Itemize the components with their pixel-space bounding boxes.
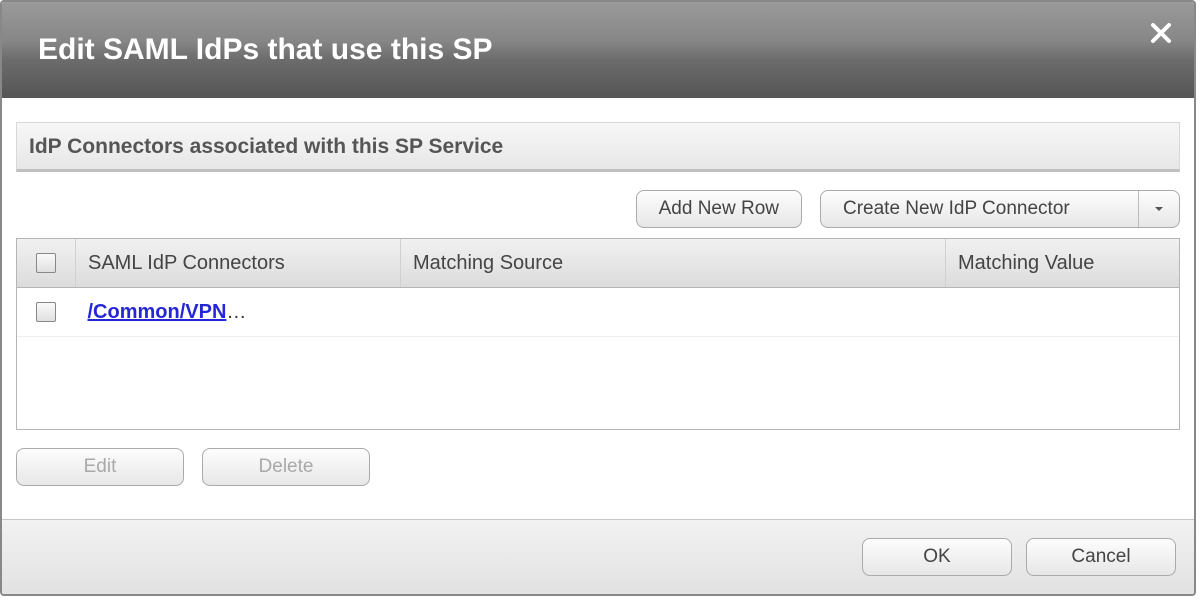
edit-button[interactable]: Edit	[16, 448, 184, 486]
ok-label: OK	[923, 546, 950, 568]
dialog-body: IdP Connectors associated with this SP S…	[2, 98, 1194, 519]
dialog: Edit SAML IdPs that use this SP IdP Conn…	[0, 0, 1196, 596]
connector-suffix: …	[226, 301, 246, 323]
checkbox-icon[interactable]	[36, 253, 56, 273]
column-header-matching-source[interactable]: Matching Source	[401, 239, 946, 288]
delete-label: Delete	[259, 456, 314, 478]
column-header-connectors[interactable]: SAML IdP Connectors	[76, 239, 401, 288]
select-all-header[interactable]	[17, 239, 76, 288]
idp-connector-table: SAML IdP Connectors Matching Source Matc…	[16, 238, 1180, 430]
matching-source-cell	[401, 288, 946, 337]
matching-value-cell	[946, 288, 1180, 337]
add-new-row-label: Add New Row	[659, 198, 779, 220]
toolbar: Add New Row Create New IdP Connector	[2, 172, 1194, 238]
chevron-down-icon	[1138, 191, 1165, 227]
row-actions: Edit Delete	[2, 430, 1194, 486]
connector-cell: /Common/VPN…	[76, 288, 401, 337]
column-header-matching-value[interactable]: Matching Value	[946, 239, 1180, 288]
create-new-idp-connector-dropdown[interactable]: Create New IdP Connector	[820, 190, 1180, 228]
table-row[interactable]: /Common/VPN…	[17, 288, 1179, 337]
create-new-idp-connector-label: Create New IdP Connector	[843, 198, 1070, 220]
row-select-cell[interactable]	[17, 288, 76, 337]
dialog-title: Edit SAML IdPs that use this SP	[38, 33, 493, 67]
ok-button[interactable]: OK	[862, 538, 1012, 576]
cancel-button[interactable]: Cancel	[1026, 538, 1176, 576]
checkbox-icon[interactable]	[36, 302, 56, 322]
panel-header: IdP Connectors associated with this SP S…	[16, 122, 1180, 172]
dialog-footer: OK Cancel	[2, 519, 1194, 594]
close-icon[interactable]	[1150, 22, 1172, 44]
connector-link[interactable]: /Common/VPN	[88, 301, 227, 323]
delete-button[interactable]: Delete	[202, 448, 370, 486]
add-new-row-button[interactable]: Add New Row	[636, 190, 802, 228]
titlebar: Edit SAML IdPs that use this SP	[2, 2, 1194, 98]
cancel-label: Cancel	[1071, 546, 1130, 568]
edit-label: Edit	[84, 456, 117, 478]
